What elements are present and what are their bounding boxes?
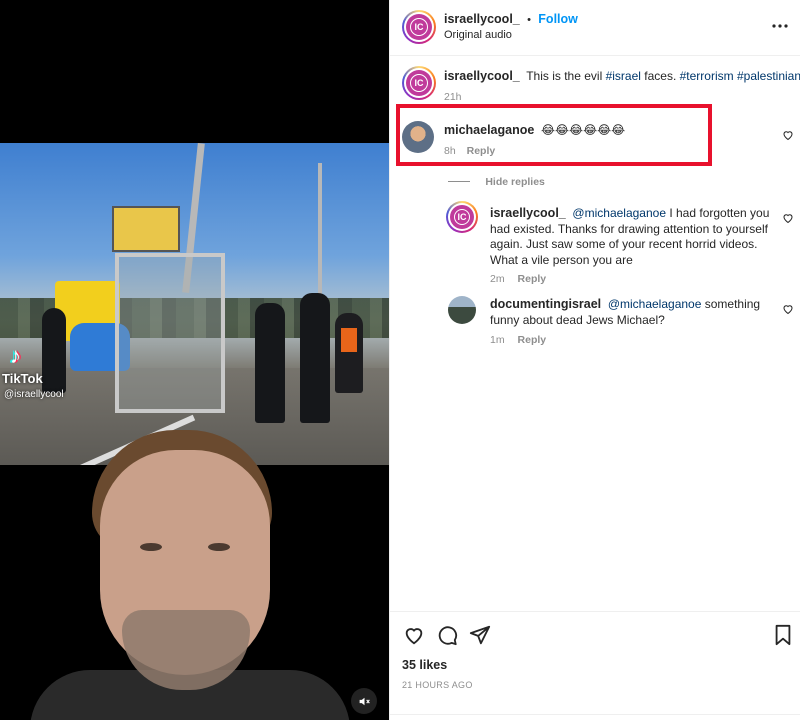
bookmark-icon bbox=[775, 624, 791, 646]
comment-username[interactable]: michaelaganoe bbox=[444, 123, 534, 137]
caption-timestamp: 21h bbox=[444, 91, 462, 103]
israellycool-logo-icon: IC bbox=[406, 14, 432, 40]
tiktok-logo-icon: ♪ bbox=[10, 343, 21, 368]
post-header: IC israellycool_ • Follow Original audio bbox=[390, 0, 800, 56]
hashtag-link[interactable]: #palestinian bbox=[737, 69, 800, 83]
hashtag-link[interactable]: #terrorism bbox=[680, 69, 734, 83]
caption-avatar[interactable]: IC bbox=[402, 66, 436, 100]
author-username[interactable]: israellycool_ bbox=[444, 12, 520, 26]
reply-button[interactable]: Reply bbox=[518, 273, 547, 285]
hashtag-link[interactable]: #israel bbox=[606, 69, 641, 83]
caption-text: This is the evil bbox=[526, 69, 606, 83]
police-officer bbox=[255, 303, 285, 423]
comment-button[interactable] bbox=[435, 623, 459, 647]
like-button[interactable] bbox=[402, 623, 426, 647]
save-button[interactable] bbox=[771, 623, 795, 647]
eye bbox=[208, 543, 230, 551]
israellycool-logo-icon: IC bbox=[450, 205, 474, 229]
paper-plane-icon bbox=[469, 625, 491, 645]
bus-shelter bbox=[115, 253, 225, 413]
post-media-video[interactable]: ♪ TikTok @israellycool bbox=[0, 0, 389, 720]
speech-bubble-icon bbox=[438, 626, 458, 646]
like-comment-heart-icon[interactable] bbox=[782, 303, 794, 315]
original-audio-link[interactable]: Original audio bbox=[444, 29, 512, 41]
video-scene-street: ♪ TikTok @israellycool bbox=[0, 143, 389, 465]
commenter-avatar[interactable] bbox=[402, 121, 434, 153]
bus-stop-sign bbox=[112, 206, 180, 252]
caption-text: faces. bbox=[640, 69, 680, 83]
reply-avatar[interactable] bbox=[448, 296, 476, 324]
reply-username[interactable]: israellycool_ bbox=[490, 206, 566, 220]
author-avatar[interactable]: IC bbox=[402, 10, 436, 44]
more-options-button[interactable] bbox=[770, 16, 790, 36]
mention-link[interactable]: @michaelaganoe bbox=[608, 297, 702, 311]
tiktok-handle: @israellycool bbox=[4, 389, 64, 400]
divider-line bbox=[448, 181, 470, 183]
hide-replies-toggle[interactable]: Hide replies bbox=[448, 174, 545, 188]
comment-timestamp: 8h bbox=[444, 145, 456, 157]
mute-button[interactable] bbox=[351, 688, 377, 714]
hide-replies-label: Hide replies bbox=[485, 176, 545, 188]
reply-timestamp: 2m bbox=[490, 273, 505, 285]
like-comment-heart-icon[interactable] bbox=[782, 212, 794, 224]
reply-timestamp: 1m bbox=[490, 334, 505, 346]
post-timestamp: 21 HOURS AGO bbox=[402, 680, 473, 690]
eye bbox=[140, 543, 162, 551]
caption-username[interactable]: israellycool_ bbox=[444, 69, 520, 83]
comment-text: 😂😂😂😂😂😂 bbox=[541, 123, 626, 137]
mention-link[interactable]: @michaelaganoe bbox=[572, 206, 666, 220]
speaker-muted-icon bbox=[359, 697, 370, 705]
police-officer bbox=[42, 308, 66, 393]
police-officer bbox=[300, 293, 330, 423]
tiktok-watermark: TikTok bbox=[2, 371, 43, 386]
reply-username[interactable]: documentingisrael bbox=[490, 297, 601, 311]
speaker-face bbox=[30, 430, 350, 720]
post-actions: 35 likes 21 HOURS AGO bbox=[390, 611, 800, 720]
share-button[interactable] bbox=[468, 623, 492, 647]
separator-dot: • bbox=[527, 14, 531, 26]
post-details-panel: IC israellycool_ • Follow Original audio… bbox=[389, 0, 800, 720]
paramedic bbox=[335, 313, 363, 393]
reply-button[interactable]: Reply bbox=[467, 145, 496, 157]
likes-count[interactable]: 35 likes bbox=[402, 658, 447, 672]
israellycool-logo-icon: IC bbox=[406, 70, 432, 96]
divider bbox=[390, 714, 800, 715]
reply-avatar[interactable]: IC bbox=[446, 201, 478, 233]
heart-icon bbox=[405, 628, 423, 645]
street-lamp bbox=[318, 163, 322, 313]
follow-button[interactable]: Follow bbox=[538, 12, 578, 26]
reply-button[interactable]: Reply bbox=[518, 334, 547, 346]
like-comment-heart-icon[interactable] bbox=[782, 129, 794, 141]
more-horizontal-icon bbox=[772, 24, 788, 28]
